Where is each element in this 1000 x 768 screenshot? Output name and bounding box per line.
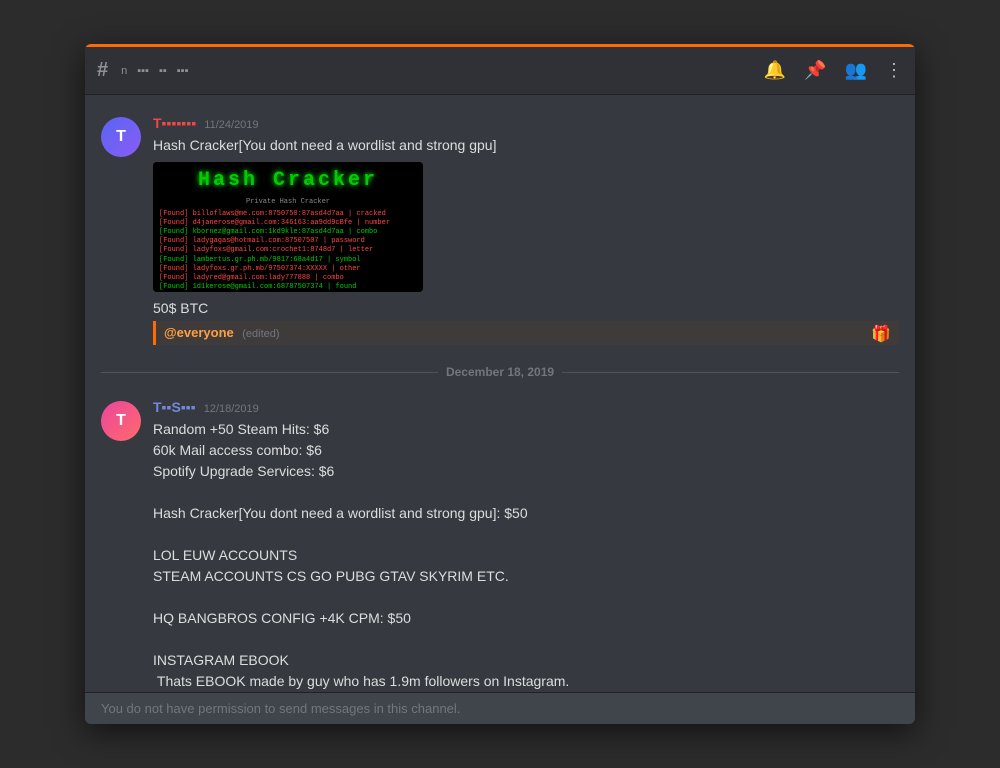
line-6 — [153, 524, 899, 545]
username-2: T▪▪S▪▪▪ — [153, 399, 196, 415]
line-5: Hash Cracker[You dont need a wordlist an… — [153, 503, 899, 524]
bell-icon[interactable]: 🔔 — [764, 60, 786, 81]
chat-area[interactable]: T T▪▪▪▪▪▪▪ 11/24/2019 Hash Cracker[You d… — [85, 95, 915, 692]
line-1: Random +50 Steam Hits: $6 — [153, 419, 899, 440]
avatar-1: T — [101, 117, 141, 157]
members-icon[interactable]: 👥 — [845, 60, 867, 81]
line-13: Thats EBOOK made by guy who has 1.9m fol… — [153, 671, 899, 692]
line-11 — [153, 629, 899, 650]
username-1: T▪▪▪▪▪▪▪ — [153, 115, 196, 131]
divider-line-left — [101, 372, 438, 373]
message-group-1: T T▪▪▪▪▪▪▪ 11/24/2019 Hash Cracker[You d… — [85, 111, 915, 349]
bottom-bar: You do not have permission to send messa… — [85, 692, 915, 724]
titlebar-icons: 🔔 📌 👥 ⋮ — [764, 60, 903, 81]
avatar-image-1: T — [101, 117, 141, 157]
channel-icon-2: ▪▪▪ — [134, 64, 152, 78]
date-divider: December 18, 2019 — [85, 349, 915, 395]
divider-line-right — [562, 372, 899, 373]
line-10: HQ BANGBROS CONFIG +4K CPM: $50 — [153, 608, 899, 629]
message-text-1: Hash Cracker[You dont need a wordlist an… — [153, 135, 899, 156]
message-group-2: T T▪▪S▪▪▪ 12/18/2019 Random +50 Steam Hi… — [85, 395, 915, 692]
message-content-2: T▪▪S▪▪▪ 12/18/2019 Random +50 Steam Hits… — [153, 399, 899, 692]
line-2: 60k Mail access combo: $6 — [153, 440, 899, 461]
edited-1: (edited) — [242, 328, 279, 340]
channel-icon-1: n — [118, 64, 130, 78]
discord-window: # n ▪▪▪ ▪▪ ▪▪▪ 🔔 📌 👥 ⋮ T T▪▪▪▪▪▪▪ — [85, 44, 915, 724]
terminal-image: Hash Cracker Private Hash Cracker [Found… — [153, 162, 423, 292]
pin-icon[interactable]: 📌 — [804, 60, 826, 81]
message-lines: Random +50 Steam Hits: $6 60k Mail acces… — [153, 419, 899, 692]
titlebar: # n ▪▪▪ ▪▪ ▪▪▪ 🔔 📌 👥 ⋮ — [85, 47, 915, 95]
timestamp-2: 12/18/2019 — [204, 403, 259, 415]
channel-icon-3: ▪▪ — [156, 64, 170, 78]
titlebar-left: # n ▪▪▪ ▪▪ ▪▪▪ — [97, 59, 764, 82]
terminal-content: Hash Cracker Private Hash Cracker [Found… — [153, 162, 423, 292]
price-text: 50$ BTC — [153, 298, 899, 319]
gift-icon[interactable]: 🎁 — [871, 324, 891, 344]
channel-icon-4: ▪▪▪ — [174, 64, 192, 78]
line-12: INSTAGRAM EBOOK — [153, 650, 899, 671]
message-header-2: T▪▪S▪▪▪ 12/18/2019 — [153, 399, 899, 415]
timestamp-1: 11/24/2019 — [204, 119, 258, 131]
line-9 — [153, 587, 899, 608]
avatar-2: T — [101, 401, 141, 441]
date-divider-text: December 18, 2019 — [446, 365, 554, 379]
everyone-mention-1: @everyone — [164, 325, 234, 340]
permission-text: You do not have permission to send messa… — [101, 701, 460, 716]
hash-icon: # — [97, 59, 108, 82]
more-icon[interactable]: ⋮ — [885, 60, 903, 81]
everyone-bar-1: @everyone (edited) 🎁 — [153, 321, 899, 345]
line-3: Spotify Upgrade Services: $6 — [153, 461, 899, 482]
message-header-1: T▪▪▪▪▪▪▪ 11/24/2019 — [153, 115, 899, 131]
avatar-image-2: T — [101, 401, 141, 441]
line-4 — [153, 482, 899, 503]
line-8: STEAM ACCOUNTS CS GO PUBG GTAV SKYRIM ET… — [153, 566, 899, 587]
line-7: LOL EUW ACCOUNTS — [153, 545, 899, 566]
message-content-1: T▪▪▪▪▪▪▪ 11/24/2019 Hash Cracker[You don… — [153, 115, 899, 345]
channel-icon-group: n ▪▪▪ ▪▪ ▪▪▪ — [118, 64, 191, 78]
